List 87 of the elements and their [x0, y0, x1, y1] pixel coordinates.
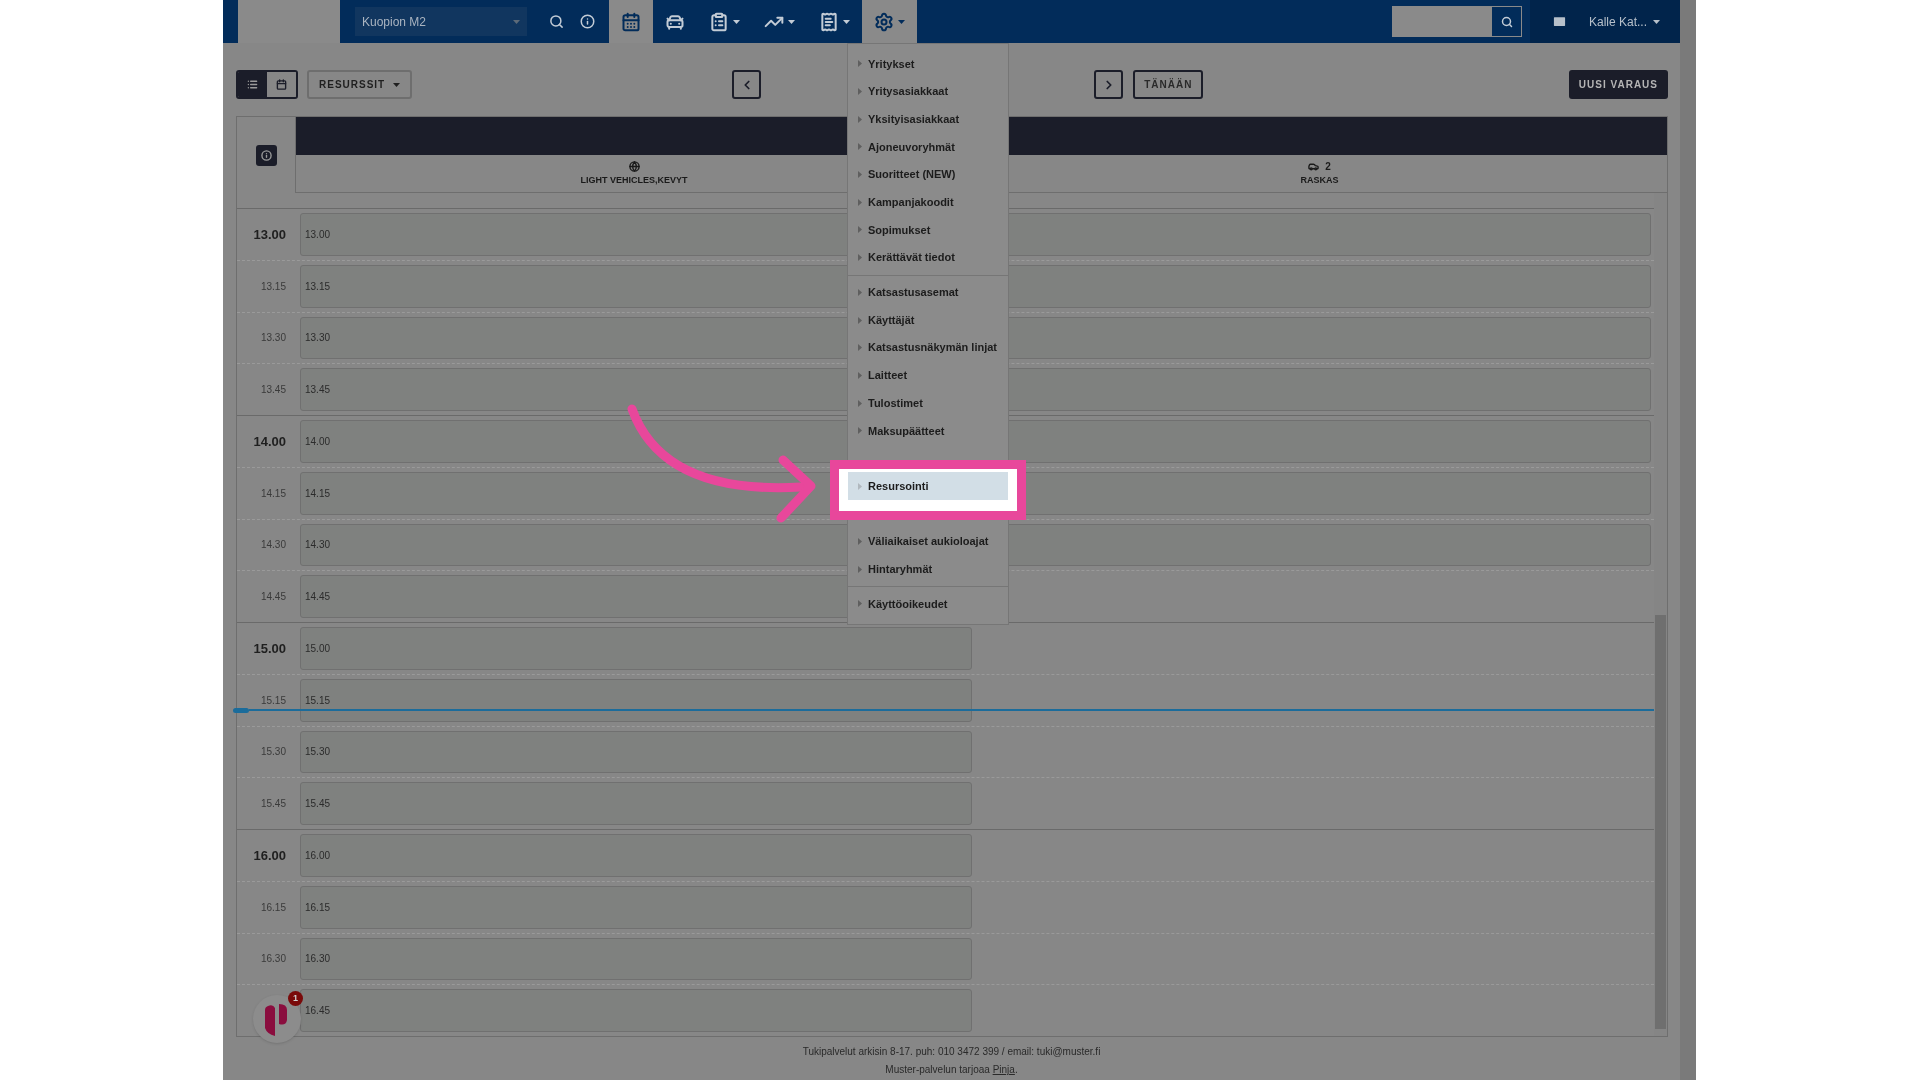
caret-right-icon: [858, 482, 862, 490]
search-button[interactable]: [1491, 6, 1522, 37]
time-label: 16.00: [253, 846, 286, 865]
time-slot[interactable]: 16.30: [300, 937, 972, 981]
calendar-icon: [276, 79, 287, 90]
caret-right-icon: [858, 427, 862, 435]
today-button[interactable]: TÄNÄÄN: [1133, 70, 1204, 99]
car-icon: [1308, 161, 1320, 173]
time-label: 14.30: [260, 538, 286, 553]
resources-dropdown[interactable]: RESURSSIT: [307, 70, 413, 99]
caret-right-icon: [858, 565, 862, 573]
time-label: 13.45: [260, 383, 286, 398]
info-icon: [260, 149, 272, 161]
caret-right-icon: [858, 198, 862, 206]
time-slot[interactable]: 15.30: [300, 730, 972, 774]
nav-button[interactable]: [862, 0, 917, 43]
caret-right-icon: [858, 171, 862, 179]
time-label: 15.30: [260, 745, 286, 760]
caret-right-icon: [858, 600, 862, 608]
location-select[interactable]: Kuopion M2: [355, 7, 527, 36]
time-label: 16.15: [260, 900, 286, 915]
time-label: 14.00: [253, 432, 286, 451]
support-info: Tukipalvelut arkisin 8-17. puh: 010 3472 399 / email: tuki@muster.fi: [802, 1045, 1101, 1059]
globe-icon: [628, 161, 640, 173]
time-slot[interactable]: 15.00: [300, 627, 972, 670]
caret-icon: [898, 19, 905, 24]
caret-right-icon: [858, 88, 862, 96]
caret-icon: [1653, 19, 1661, 24]
caret-icon: [788, 19, 795, 24]
menu-item[interactable]: Yritykset: [848, 50, 1008, 78]
menu-item[interactable]: Resursointi: [848, 472, 1008, 500]
next-button[interactable]: [1094, 70, 1124, 99]
settings-icon: [874, 11, 894, 32]
time-slot[interactable]: 16.15: [300, 885, 972, 929]
nav-button[interactable]: [609, 0, 653, 43]
receipt-icon: [819, 11, 839, 32]
menu-item[interactable]: Ajoneuvoryhmät: [848, 133, 1008, 161]
time-label: 14.45: [260, 590, 286, 605]
caret-right-icon: [858, 344, 862, 352]
caret-icon: [843, 19, 850, 24]
view-toggle[interactable]: [238, 72, 267, 97]
caret-right-icon: [858, 60, 862, 68]
time-slot[interactable]: 16.00: [300, 834, 972, 877]
time-slot[interactable]: 16.45: [300, 989, 972, 1032]
time-label: 13.15: [260, 279, 286, 294]
search-icon: [1500, 15, 1513, 28]
menu-item[interactable]: Suoritteet (NEW): [848, 160, 1008, 189]
time-label: 13.30: [260, 331, 286, 346]
list-icon: [247, 79, 258, 90]
caret-right-icon: [858, 538, 862, 546]
caret-right-icon: [858, 371, 862, 379]
caret-right-icon: [858, 316, 862, 324]
column-heading: RASKAS: [1300, 173, 1339, 187]
clipboard-icon: [709, 11, 729, 32]
caret-right-icon: [858, 399, 862, 407]
column-heading: LIGHT VEHICLES,KEVYT: [580, 173, 688, 187]
caret-right-icon: [858, 115, 862, 123]
pinja-link[interactable]: Pinja: [992, 1064, 1015, 1075]
time-slot[interactable]: 15.15: [300, 678, 972, 722]
caret-icon: [393, 82, 401, 87]
menu-item[interactable]: Yksityisasiakkaat: [848, 105, 1008, 134]
menu-item[interactable]: Yritysasiakkaat: [848, 77, 1008, 106]
caret-icon: [513, 19, 520, 24]
scrollbar-thumb[interactable]: [1655, 615, 1666, 1029]
info-icon: [580, 14, 595, 29]
time-slot[interactable]: 15.45: [300, 782, 972, 825]
caret-right-icon: [858, 254, 862, 262]
notification-badge: 1: [288, 991, 303, 1006]
time-label: 16.30: [260, 952, 286, 967]
credit-text: Muster-palvelun tarjoaa Pinja.: [885, 1063, 1018, 1077]
time-label: 15.15: [260, 693, 286, 708]
new-booking-button[interactable]: UUSI VARAUS: [1568, 70, 1668, 99]
time-label: 15.45: [260, 797, 286, 812]
time-label: 15.00: [253, 639, 286, 658]
info-button[interactable]: [255, 144, 277, 166]
search-icon: [549, 14, 564, 29]
caret-right-icon: [858, 143, 862, 151]
previous-button[interactable]: [732, 70, 762, 99]
search-field[interactable]: [1392, 6, 1491, 37]
time-label: 14.15: [260, 486, 286, 501]
caret-icon: [733, 19, 740, 24]
column-count: 2: [1325, 160, 1331, 175]
caret-right-icon: [858, 226, 862, 234]
page-scrollbar[interactable]: [1680, 0, 1696, 1080]
time-label: 13.00: [253, 225, 286, 244]
calendar-icon: [621, 11, 641, 32]
caret-right-icon: [858, 288, 862, 296]
